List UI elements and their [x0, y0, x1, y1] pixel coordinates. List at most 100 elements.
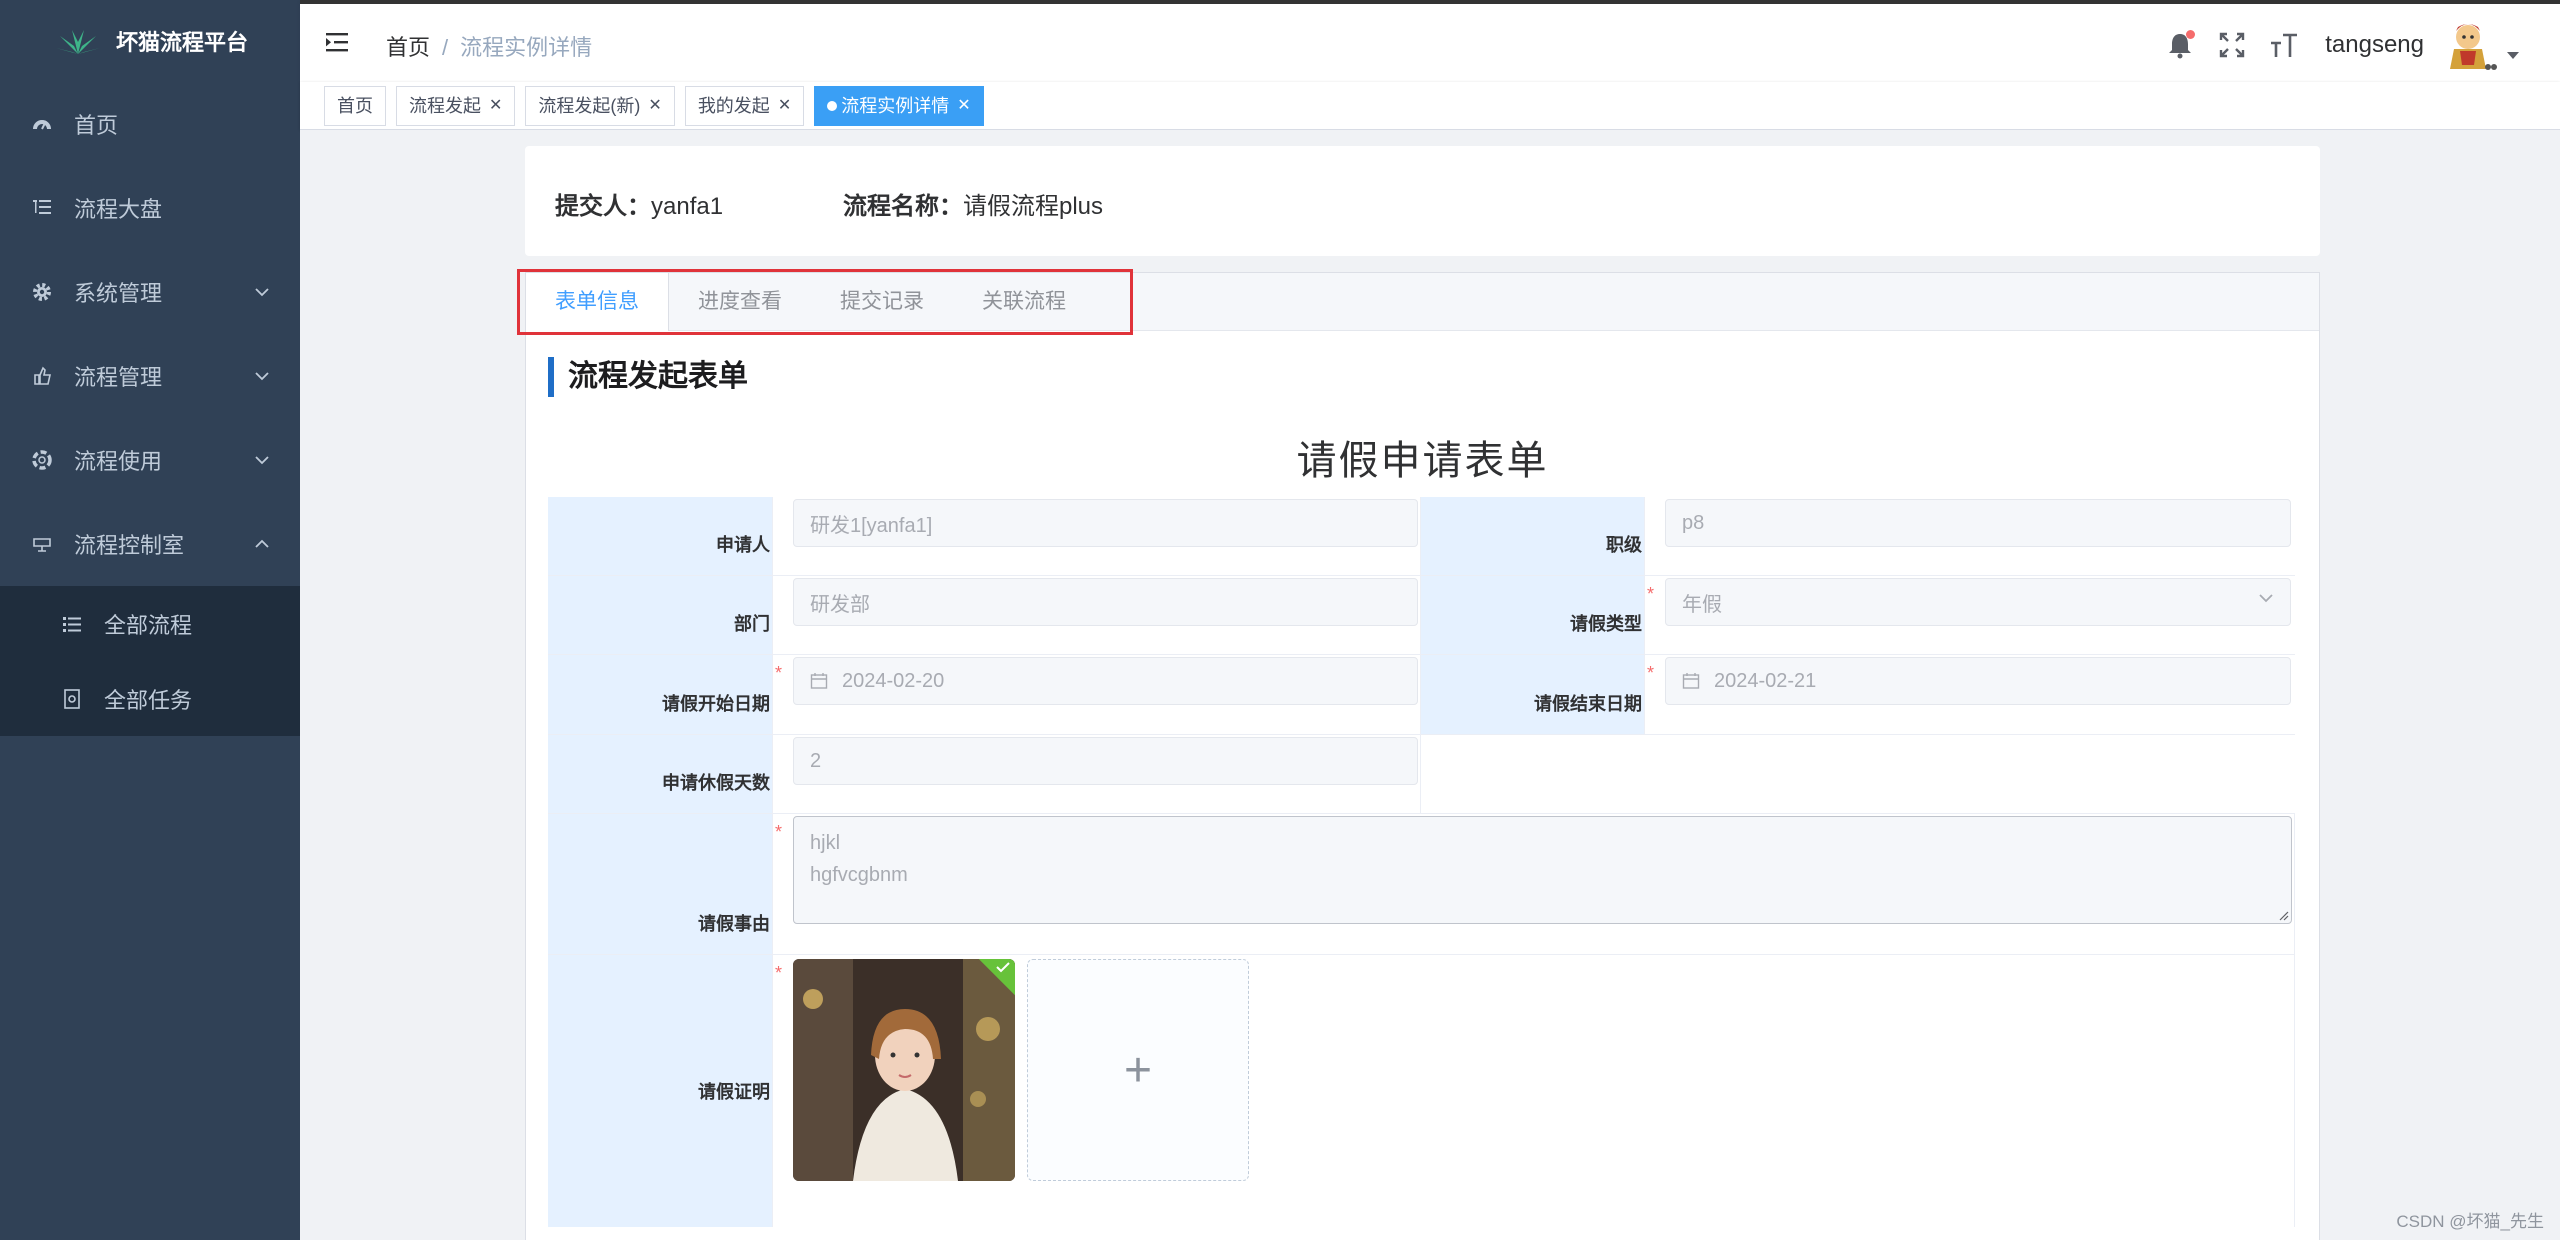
notification-badge — [2186, 30, 2196, 39]
close-icon[interactable]: ✕ — [778, 87, 791, 125]
navbar-right: tangseng — [2143, 22, 2520, 70]
tag-home[interactable]: 首页 — [324, 86, 386, 126]
applicant-label: 申请人 — [548, 497, 773, 575]
breadcrumb: 首页 / 流程实例详情 — [386, 30, 592, 62]
start-date-value: 2024-02-20 — [842, 669, 945, 692]
leave-type-select[interactable]: 年假 — [1665, 578, 2291, 626]
sidebar-item-label: 流程使用 — [74, 449, 163, 474]
main-content: 提交人：yanfa1 流程名称：请假流程plus 表单信息 进度查看 提交记录 … — [300, 130, 2560, 1240]
dept-field[interactable]: 研发部 — [793, 578, 1418, 626]
tag-process-start[interactable]: 流程发起 ✕ — [396, 86, 516, 126]
form-row: 请假事由 * hjkl hgfvcgbnm — [548, 814, 2295, 955]
required-mark: * — [1647, 663, 1655, 683]
form-row: 请假开始日期 * 2024-02-20 请假结束日期 * 2024-02-21 — [548, 655, 2295, 735]
sidebar-item-system[interactable]: 系统管理 — [0, 250, 300, 334]
detail-tabs-card: 表单信息 进度查看 提交记录 关联流程 流程发起表单 请假申请表单 申请人 研发… — [517, 269, 2320, 1240]
close-icon[interactable]: ✕ — [489, 87, 502, 125]
sidebar-item-process-manage[interactable]: 流程管理 — [0, 334, 300, 418]
reason-cell: * hjkl hgfvcgbnm — [773, 814, 2295, 954]
submitter-value: yanfa1 — [651, 193, 724, 220]
process-name-field: 流程名称：请假流程plus — [843, 186, 1103, 221]
required-mark: * — [775, 822, 783, 842]
reason-textarea[interactable]: hjkl hgfvcgbnm — [793, 816, 2292, 924]
sidebar-item-control-room[interactable]: 流程控制室 — [0, 502, 300, 586]
upload-add-button[interactable]: + — [1027, 959, 1249, 1181]
top-navbar: 首页 / 流程实例详情 tangseng — [300, 0, 2560, 82]
username[interactable]: tangseng — [2325, 31, 2424, 59]
caret-down-icon[interactable] — [2506, 50, 2520, 60]
end-date-picker[interactable]: 2024-02-21 — [1665, 657, 2291, 705]
instance-summary-card: 提交人：yanfa1 流程名称：请假流程plus — [525, 146, 2320, 256]
font-size-button[interactable] — [2269, 30, 2299, 60]
reason-line: hgfvcgbnm — [810, 864, 908, 886]
sidebar-subitem-all-tasks[interactable]: 全部任务 — [0, 661, 300, 736]
breadcrumb-home[interactable]: 首页 — [386, 35, 430, 60]
required-mark: * — [1647, 584, 1655, 604]
process-name-value: 请假流程plus — [963, 193, 1104, 220]
tab-form-info[interactable]: 表单信息 — [526, 273, 669, 331]
level-label: 职级 — [1421, 497, 1645, 575]
start-date-picker[interactable]: 2024-02-20 — [793, 657, 1418, 705]
uploaded-image[interactable] — [793, 959, 1015, 1181]
fullscreen-icon — [2220, 32, 2245, 58]
app-logo[interactable]: 坏猫流程平台 — [0, 0, 300, 82]
applicant-field[interactable]: 研发1[yanfa1] — [793, 499, 1418, 547]
tags-view: 首页 流程发起 ✕ 流程发起(新) ✕ 我的发起 ✕ 流程实例详情 ✕ — [300, 82, 2560, 130]
sidebar-item-home[interactable]: 首页 — [0, 82, 300, 166]
sidebar-item-label: 系统管理 — [74, 281, 163, 306]
sidebar-item-dashboard[interactable]: 流程大盘 — [0, 166, 300, 250]
submitter-label: 提交人： — [555, 193, 651, 220]
process-name-label: 流程名称： — [843, 193, 963, 220]
task-icon — [60, 687, 84, 711]
tag-label: 流程实例详情 — [841, 96, 950, 116]
breadcrumb-current: 流程实例详情 — [460, 35, 593, 60]
days-cell: 2 — [773, 735, 1421, 813]
tab-progress[interactable]: 进度查看 — [669, 273, 811, 331]
dept-cell: 研发部 — [773, 576, 1421, 654]
chevron-down-icon — [255, 288, 269, 297]
sidebar-item-label: 首页 — [74, 113, 119, 138]
tab-submit-records[interactable]: 提交记录 — [811, 273, 953, 331]
tag-label: 流程发起 — [409, 96, 481, 116]
dept-label: 部门 — [548, 576, 773, 654]
form-row: 部门 研发部 请假类型 * 年假 — [548, 576, 2295, 655]
start-date-label: 请假开始日期 — [548, 655, 773, 734]
resize-grip-icon[interactable] — [2277, 909, 2289, 921]
notification-bell[interactable] — [2165, 30, 2196, 60]
section-title: 流程发起表单 — [548, 357, 748, 397]
sidebar-item-label: 流程控制室 — [74, 533, 185, 558]
gear-icon — [30, 280, 54, 304]
required-mark: * — [775, 663, 783, 683]
chevron-up-icon — [255, 539, 269, 548]
sidebar-subitem-label: 全部流程 — [104, 612, 193, 638]
photo-thumbnail — [793, 959, 1015, 1181]
menu-fold-icon[interactable] — [324, 28, 354, 58]
level-field[interactable]: p8 — [1665, 499, 2291, 547]
form-row: 请假证明 * + — [548, 955, 2295, 1227]
leave-type-value: 年假 — [1682, 593, 1722, 616]
chevron-down-icon — [255, 372, 269, 381]
form-row: 申请人 研发1[yanfa1] 职级 p8 — [548, 497, 2295, 576]
check-icon — [996, 962, 1010, 973]
tag-label: 首页 — [337, 96, 373, 116]
sidebar-item-process-use[interactable]: 流程使用 — [0, 418, 300, 502]
chevron-down-icon — [255, 456, 269, 465]
monitor-icon — [30, 532, 54, 556]
proof-upload-list: + — [793, 957, 2292, 1181]
required-mark: * — [775, 963, 783, 983]
tab-related-process[interactable]: 关联流程 — [953, 273, 1095, 331]
leave-form-table: 申请人 研发1[yanfa1] 职级 p8 部门 研发部 请假类型 * 年假 请… — [548, 497, 2295, 1227]
close-icon[interactable]: ✕ — [957, 87, 970, 125]
avatar[interactable] — [2442, 17, 2498, 73]
fullscreen-button[interactable] — [2217, 30, 2247, 60]
sidebar-item-label: 流程大盘 — [74, 197, 163, 222]
active-dot-icon — [827, 101, 838, 111]
sidebar-subitem-all-processes[interactable]: 全部流程 — [0, 586, 300, 661]
start-date-cell: * 2024-02-20 — [773, 655, 1421, 734]
applicant-cell: 研发1[yanfa1] — [773, 497, 1421, 575]
tag-instance-detail[interactable]: 流程实例详情 ✕ — [814, 86, 984, 126]
days-field[interactable]: 2 — [793, 737, 1418, 785]
tag-my-started[interactable]: 我的发起 ✕ — [684, 86, 805, 126]
close-icon[interactable]: ✕ — [648, 87, 661, 125]
tag-process-start-new[interactable]: 流程发起(新) ✕ — [525, 86, 675, 126]
